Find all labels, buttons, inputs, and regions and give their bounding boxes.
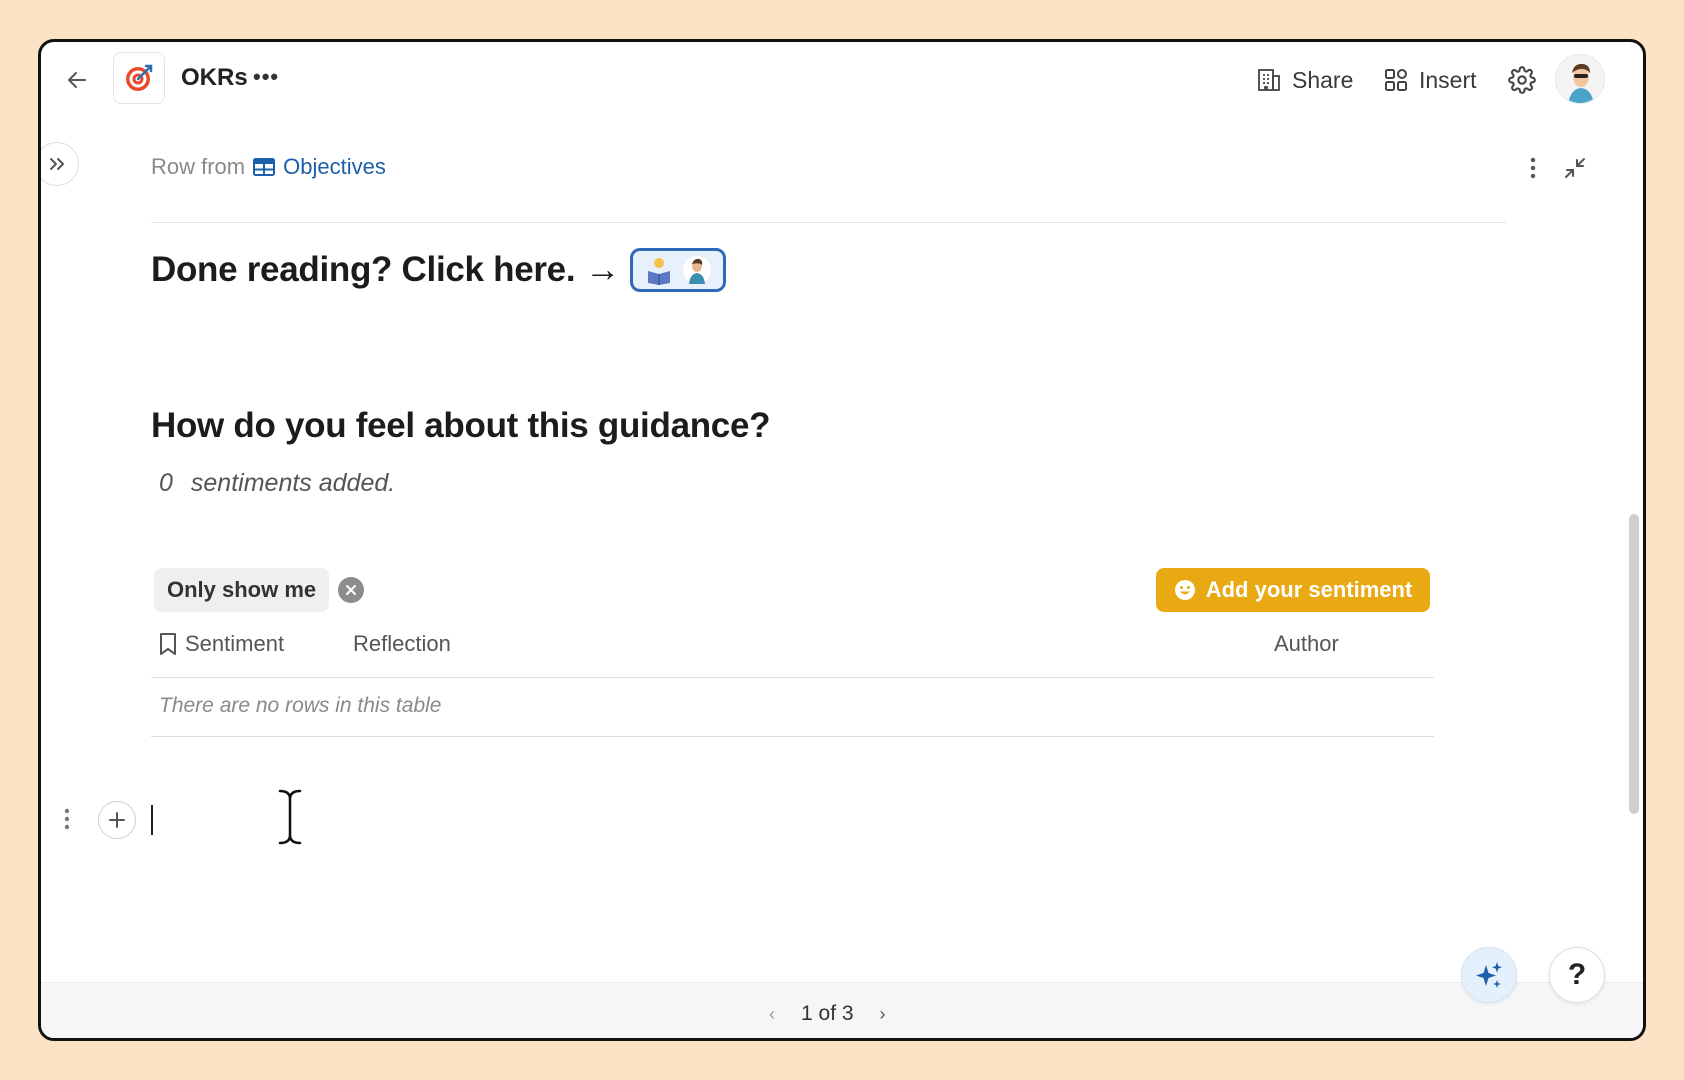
text-cursor-icon: [277, 788, 303, 846]
next-row-button[interactable]: ›: [880, 1004, 886, 1025]
column-label-reflection: Reflection: [353, 631, 451, 656]
breadcrumb-prefix: Row from: [151, 154, 246, 179]
column-header-sentiment[interactable]: Sentiment: [159, 631, 284, 657]
person-emoji-icon: [682, 256, 711, 284]
doc-title[interactable]: OKRs: [181, 64, 248, 92]
building-icon: [1258, 69, 1280, 91]
column-header-author[interactable]: Author: [1274, 631, 1339, 657]
share-button[interactable]: Share: [1256, 62, 1353, 98]
empty-table-message: There are no rows in this table: [159, 694, 442, 717]
bookmark-icon: [160, 633, 176, 655]
target-icon: [126, 64, 153, 91]
column-label-sentiment: Sentiment: [185, 631, 285, 656]
more-options-button[interactable]: [1521, 150, 1545, 186]
insert-label: Insert: [1419, 66, 1477, 93]
header-divider: [151, 222, 1506, 223]
top-bar: OKRs ••• Share Insert: [41, 42, 1643, 120]
empty-text-block[interactable]: [153, 800, 1433, 840]
breadcrumb: Row from Objectives: [151, 154, 386, 180]
drag-handle-icon: [64, 808, 70, 830]
expand-icon: [50, 158, 64, 170]
vertical-scrollbar[interactable]: [1629, 514, 1639, 814]
clear-filter-button[interactable]: [338, 577, 364, 603]
add-sentiment-label: Add your sentiment: [1205, 577, 1413, 602]
collapse-row-button[interactable]: [1557, 150, 1593, 186]
add-block-button[interactable]: [98, 801, 136, 839]
more-vertical-icon: [1530, 157, 1536, 179]
reading-emoji-icon: [647, 258, 670, 285]
feel-heading: How do you feel about this guidance?: [151, 406, 771, 445]
avatar-icon: [1556, 55, 1604, 103]
column-label-author: Author: [1274, 631, 1339, 656]
doc-icon[interactable]: [113, 52, 165, 104]
smiley-icon: [1174, 580, 1195, 600]
ai-assistant-button[interactable]: [1461, 947, 1517, 1003]
only-show-me-filter[interactable]: Only show me: [154, 568, 330, 612]
gear-icon: [1508, 66, 1536, 94]
back-arrow-icon: [68, 72, 86, 88]
column-header-reflection[interactable]: Reflection: [353, 631, 451, 657]
sparkle-icon: [1476, 962, 1502, 988]
table-header-divider: [151, 677, 1434, 678]
help-button[interactable]: ?: [1549, 947, 1605, 1003]
plus-icon: [109, 812, 125, 828]
prev-row-button[interactable]: ‹: [769, 1004, 775, 1025]
sentiment-count: 0: [159, 469, 173, 497]
arrow-text: →: [585, 250, 620, 289]
table-bottom-divider: [151, 736, 1434, 737]
row-pager: ‹ 1 of 3 ›: [769, 983, 886, 1038]
footer-bar: ‹ 1 of 3 ›: [41, 982, 1643, 1038]
done-reading-text: Done reading? Click here.: [151, 250, 576, 289]
close-icon: [346, 585, 356, 595]
doc-options-menu[interactable]: •••: [253, 64, 279, 90]
done-reading-button[interactable]: [629, 248, 726, 292]
back-button[interactable]: [59, 62, 95, 98]
share-label: Share: [1292, 66, 1354, 93]
expand-sidebar-button[interactable]: [41, 142, 79, 186]
done-reading-heading: Done reading? Click here. →: [151, 248, 726, 292]
user-avatar[interactable]: [1555, 54, 1605, 104]
table-icon: [253, 158, 276, 176]
sentiment-count-line: 0 sentiments added.: [159, 469, 395, 498]
collapse-icon: [1565, 158, 1585, 178]
page-indicator: 1 of 3: [801, 1002, 854, 1025]
text-caret: [151, 805, 153, 835]
block-drag-handle[interactable]: [61, 804, 73, 834]
grid-icon: [1385, 69, 1407, 91]
insert-button[interactable]: Insert: [1383, 62, 1477, 98]
breadcrumb-table-name: Objectives: [283, 154, 386, 179]
settings-button[interactable]: [1504, 62, 1540, 98]
add-sentiment-button[interactable]: Add your sentiment: [1156, 568, 1430, 612]
sentiment-count-suffix: sentiments added.: [190, 469, 396, 497]
breadcrumb-table-link[interactable]: Objectives: [253, 154, 386, 180]
app-window: OKRs ••• Share Insert Row from Objective…: [38, 39, 1646, 1041]
